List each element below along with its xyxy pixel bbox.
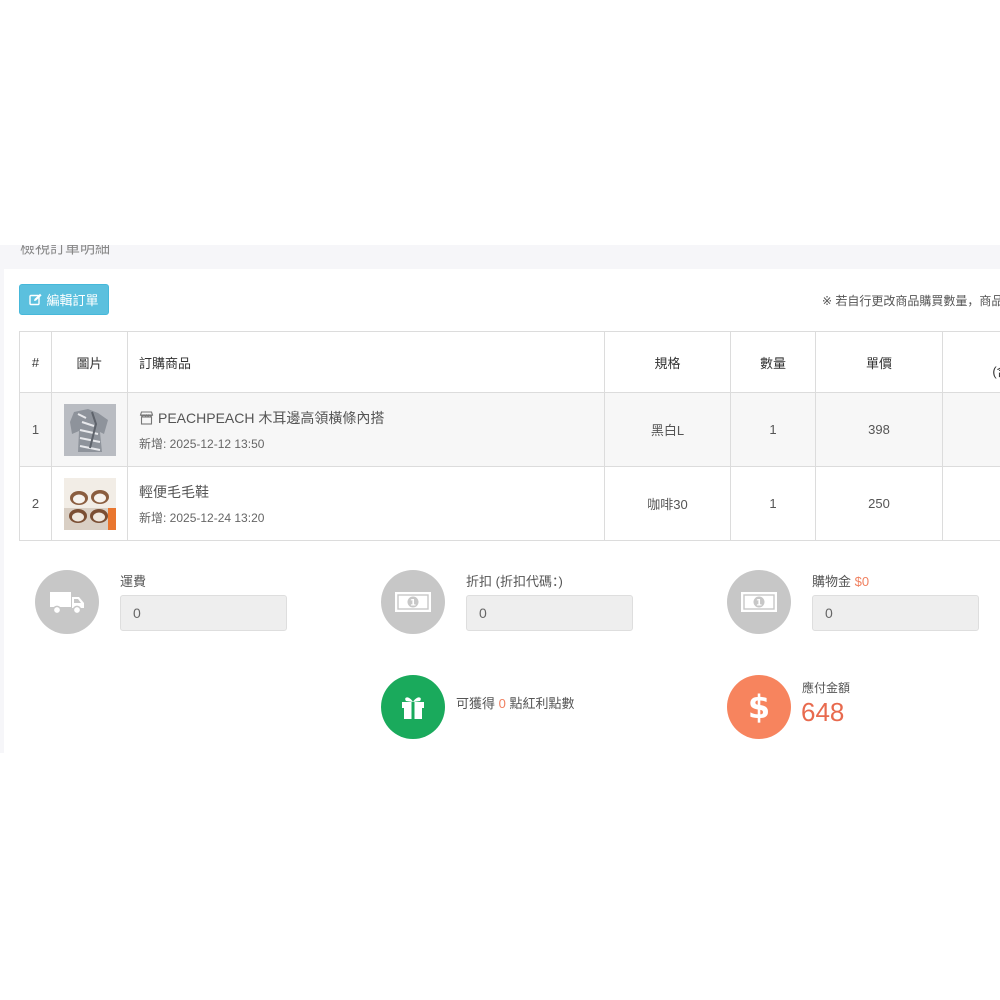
quantity-notice: ※ 若自行更改商品購買數量，商品	[822, 294, 1000, 308]
product-name-link[interactable]: PEACHPEACH 木耳邊高領橫條內搭	[158, 408, 384, 428]
row-qty: 1	[730, 466, 816, 541]
bonus-points-text: 可獲得 0 點紅利點數	[456, 693, 575, 712]
truck-icon	[35, 570, 99, 634]
store-icon	[139, 410, 154, 425]
bonus-points: 0	[498, 696, 506, 711]
row-image-cell	[51, 466, 128, 541]
row-image-cell	[51, 392, 128, 467]
svg-text:$: $	[748, 689, 770, 725]
payable-amount: 648	[801, 697, 845, 727]
col-spec: 規格	[604, 331, 731, 393]
product-thumbnail-slippers[interactable]	[63, 477, 116, 530]
product-added-date: 新增: 2025-12-12 13:50	[139, 436, 265, 451]
banknote-icon: 1	[381, 570, 445, 634]
edit-icon	[29, 293, 43, 306]
row-spec: 咖啡30	[604, 466, 731, 541]
credit-label: 購物金 $0	[812, 571, 869, 590]
col-price: 單價	[815, 331, 943, 393]
product-thumbnail-shirt[interactable]	[63, 403, 116, 456]
col-image: 圖片	[51, 331, 128, 393]
product-name-link[interactable]: 輕便毛毛鞋	[139, 482, 209, 502]
bonus-suffix: 點紅利點數	[509, 696, 575, 711]
row-qty: 1	[730, 392, 816, 467]
shipping-label: 運費	[120, 574, 147, 589]
panel-header: 檢視訂單明細	[0, 245, 1000, 269]
gift-icon	[381, 675, 445, 739]
table-row: 1 PEACHPEACH 木耳邊高領橫條內搭 新增: 2025-12-12 13…	[19, 392, 1000, 467]
row-product-cell: 輕便毛毛鞋 新增: 2025-12-24 13:20	[127, 466, 605, 541]
panel-body: 編輯訂單 ※ 若自行更改商品購買數量，商品 # 圖片 訂購商品 規格 數量 單價…	[4, 269, 1000, 753]
credit-input[interactable]	[812, 595, 979, 631]
product-added-date: 新增: 2025-12-24 13:20	[139, 510, 265, 525]
edit-order-label: 編輯訂單	[46, 293, 99, 308]
banknote-icon: 1	[727, 570, 791, 634]
row-spec: 黑白L	[604, 392, 731, 467]
discount-label: 折扣 (折扣代碼：)	[466, 574, 563, 589]
row-num: 1	[19, 392, 52, 467]
col-product: 訂購商品	[127, 331, 605, 393]
svg-text:1: 1	[756, 599, 762, 609]
col-price-discount-line2: (含滿額	[992, 364, 1000, 379]
row-price: 398	[815, 392, 943, 467]
table-header-row: # 圖片 訂購商品 規格 數量 單價 單價 (含滿額	[19, 331, 1000, 393]
shipping-input[interactable]	[120, 595, 287, 631]
edit-order-button[interactable]: 編輯訂單	[19, 284, 109, 315]
table-row: 2 輕便毛毛鞋 新增: 2025-12-24 13:20 咖啡30 1 250	[19, 466, 1000, 541]
col-price-discount-line1: 單價	[967, 342, 1000, 362]
col-qty: 數量	[730, 331, 816, 393]
credit-amount: $0	[854, 574, 870, 589]
dollar-icon: $	[727, 675, 791, 739]
row-price-discount: 398	[942, 392, 1000, 467]
col-price-discount: 單價 (含滿額	[942, 331, 1000, 393]
svg-text:1: 1	[410, 599, 416, 609]
col-num: #	[19, 331, 52, 393]
order-items-table: # 圖片 訂購商品 規格 數量 單價 單價 (含滿額 1	[19, 331, 1000, 541]
row-price: 250	[815, 466, 943, 541]
panel-title: 檢視訂單明細	[20, 245, 111, 257]
credit-label-text: 購物金	[812, 574, 852, 589]
discount-input[interactable]	[466, 595, 633, 631]
payable-label: 應付金額	[802, 681, 851, 695]
row-num: 2	[19, 466, 52, 541]
order-detail-panel: 檢視訂單明細 編輯訂單 ※ 若自行更改商品購買數量，商品 # 圖片 訂購商品 規…	[0, 245, 1000, 753]
bonus-prefix: 可獲得	[456, 696, 496, 711]
row-product-cell: PEACHPEACH 木耳邊高領橫條內搭 新增: 2025-12-12 13:5…	[127, 392, 605, 467]
row-price-discount: 250	[942, 466, 1000, 541]
